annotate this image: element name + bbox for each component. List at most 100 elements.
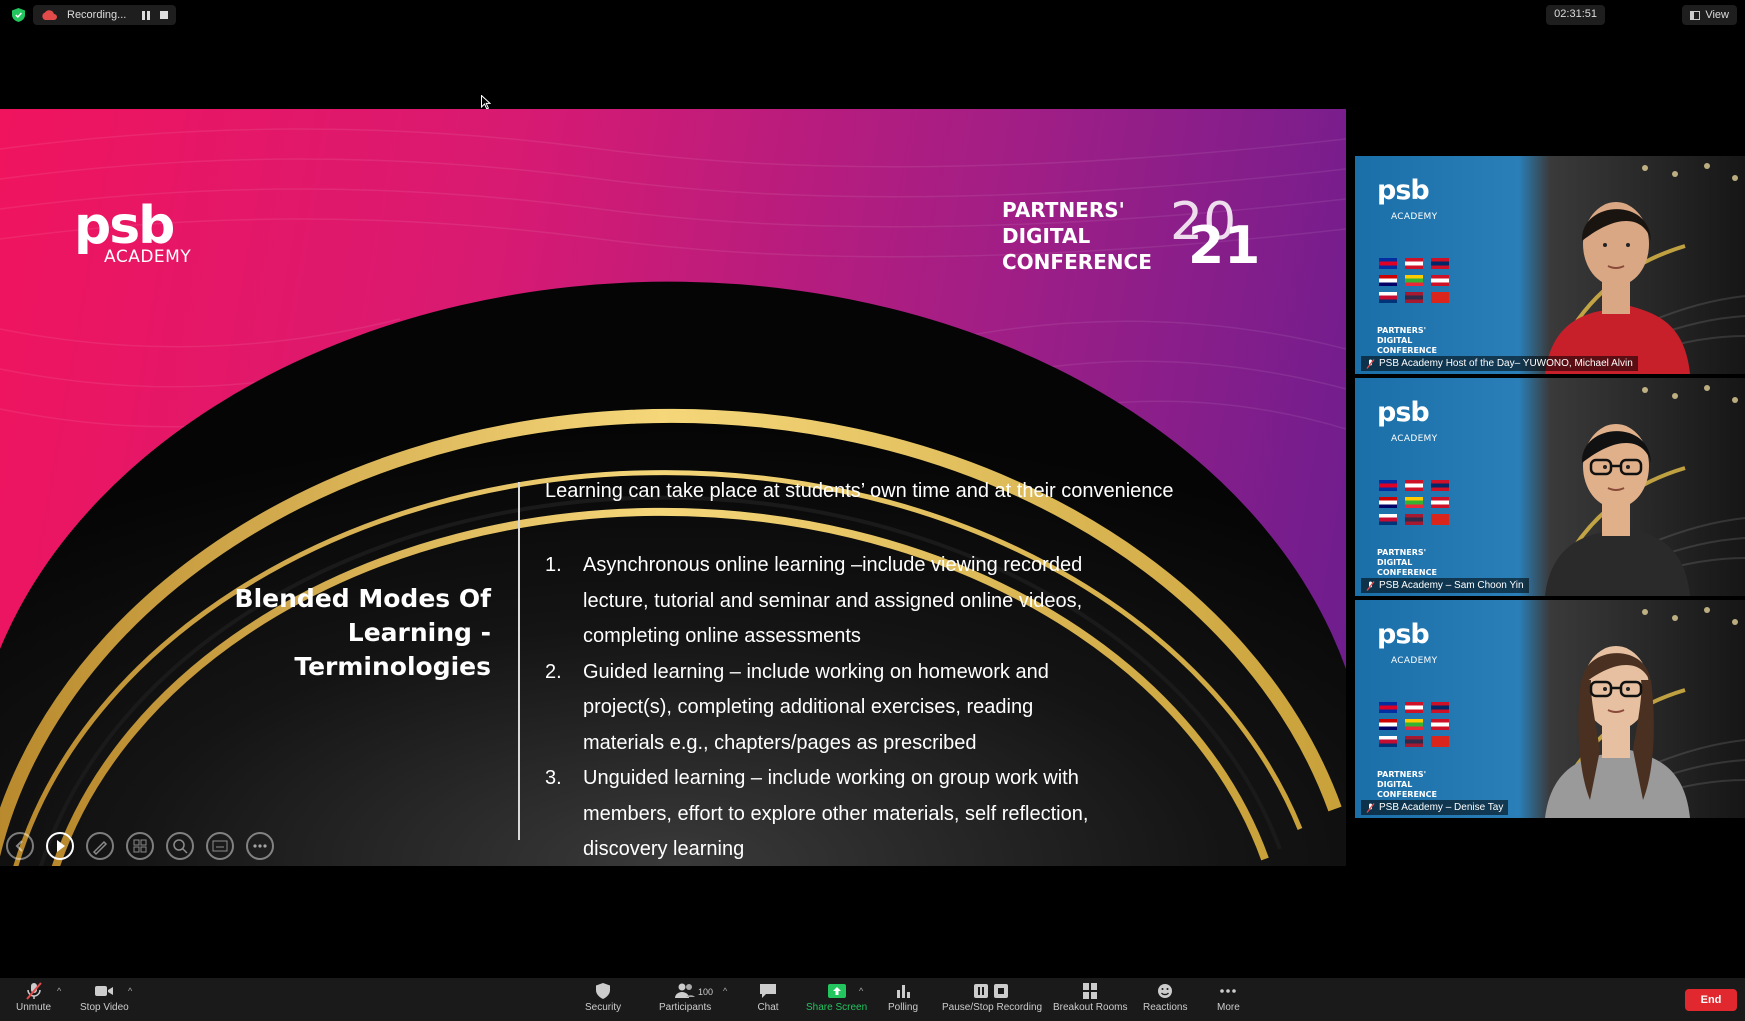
slide-intro-text: Learning can take place at students’ own… xyxy=(545,480,1174,502)
security-shield-icon xyxy=(596,983,611,999)
share-screen-button[interactable]: Share Screen xyxy=(806,982,867,1018)
recording-indicator: Recording... xyxy=(12,5,177,25)
microphone-muted-icon xyxy=(1366,358,1375,369)
participant-video-tile[interactable]: psb ACADEMY PARTNERS' DIGITAL CONFERENCE… xyxy=(1355,378,1745,596)
participant-name-label: PSB Academy Host of the Day– YUWONO, Mic… xyxy=(1361,356,1638,371)
mouse-cursor-icon xyxy=(481,95,491,110)
tile-conference-logo: PARTNERS' DIGITAL CONFERENCE xyxy=(1377,770,1437,799)
chat-button[interactable]: Chat xyxy=(757,982,779,1018)
country-flag-icon xyxy=(1379,514,1397,525)
participants-options-caret-icon[interactable]: ^ xyxy=(723,986,727,996)
country-flag-icon xyxy=(1431,258,1449,269)
country-flag-icon xyxy=(1431,497,1449,508)
share-screen-icon xyxy=(827,984,846,998)
microphone-muted-icon xyxy=(1366,580,1375,591)
arrow-left-icon xyxy=(15,840,23,852)
tile-flags xyxy=(1379,702,1459,747)
shield-icon[interactable] xyxy=(12,8,25,22)
grid-icon xyxy=(133,839,147,853)
country-flag-icon xyxy=(1379,736,1397,747)
video-camera-icon xyxy=(95,986,114,996)
more-slide-options-button[interactable] xyxy=(246,832,274,860)
play-icon xyxy=(57,840,65,852)
ellipsis-icon xyxy=(253,844,267,848)
view-layout-icon xyxy=(1690,10,1701,20)
conference-name: PARTNERS' DIGITAL CONFERENCE xyxy=(1002,198,1152,274)
country-flag-icon xyxy=(1405,480,1423,491)
conference-year: 20 21 xyxy=(1170,192,1261,276)
country-flag-icon xyxy=(1379,480,1397,491)
country-flag-icon xyxy=(1379,497,1397,508)
see-all-slides-button[interactable] xyxy=(126,832,154,860)
audio-options-caret-icon[interactable]: ^ xyxy=(57,986,61,996)
chat-bubble-icon xyxy=(760,984,776,998)
top-bar: Recording... 02:31:51 View xyxy=(0,0,1745,30)
end-meeting-button[interactable]: End xyxy=(1685,989,1737,1011)
previous-slide-button[interactable] xyxy=(6,832,34,860)
share-options-caret-icon[interactable]: ^ xyxy=(859,986,863,996)
view-label: View xyxy=(1705,9,1729,21)
microphone-muted-icon xyxy=(1366,802,1375,813)
slideshow-controls xyxy=(6,831,274,861)
list-item: 2. Guided learning – include working on … xyxy=(545,660,1049,754)
participant-video-tile[interactable]: psb ACADEMY PARTNERS' DIGITAL CONFERENCE… xyxy=(1355,156,1745,374)
country-flag-icon xyxy=(1379,258,1397,269)
breakout-rooms-icon xyxy=(1083,983,1098,999)
country-flag-icon xyxy=(1405,702,1423,713)
participants-count: 100 xyxy=(698,987,714,997)
tile-psb-logo: psb ACADEMY xyxy=(1377,619,1438,666)
reactions-button[interactable]: Reactions xyxy=(1143,982,1187,1018)
magnifier-icon xyxy=(173,839,188,854)
more-ellipsis-icon xyxy=(1220,989,1237,993)
slide-title: Blended Modes Of Learning - Terminologie… xyxy=(234,584,491,681)
video-tiles-panel: psb ACADEMY PARTNERS' DIGITAL CONFERENCE… xyxy=(1355,156,1745,822)
country-flag-icon xyxy=(1379,275,1397,286)
subtitles-icon xyxy=(212,840,228,852)
meeting-toolbar: Unmute ^ Stop Video ^ Security Participa… xyxy=(0,978,1745,1021)
country-flag-icon xyxy=(1431,514,1449,525)
tile-psb-logo: psb ACADEMY xyxy=(1377,175,1438,222)
unmute-button[interactable]: Unmute xyxy=(16,982,51,1018)
country-flag-icon xyxy=(1431,292,1449,303)
country-flag-icon xyxy=(1431,736,1449,747)
country-flag-icon xyxy=(1405,719,1423,730)
video-options-caret-icon[interactable]: ^ xyxy=(128,986,132,996)
tile-conference-logo: PARTNERS' DIGITAL CONFERENCE xyxy=(1377,548,1437,577)
pause-stop-recording-button[interactable]: Pause/Stop Recording xyxy=(942,982,1042,1018)
bar-chart-icon xyxy=(897,985,911,998)
security-button[interactable]: Security xyxy=(585,982,621,1018)
next-slide-button[interactable] xyxy=(46,832,74,860)
breakout-rooms-button[interactable]: Breakout Rooms xyxy=(1053,982,1127,1018)
pause-stop-icon xyxy=(974,984,1009,998)
list-item: 3. Unguided learning – include working o… xyxy=(545,767,1089,860)
polling-button[interactable]: Polling xyxy=(888,982,918,1018)
cloud-recording-icon xyxy=(42,9,57,20)
subtitles-button[interactable] xyxy=(206,832,234,860)
zoom-meeting-window: Recording... 02:31:51 View psb ACADEMY P… xyxy=(0,0,1745,1021)
tile-psb-logo: psb ACADEMY xyxy=(1377,397,1438,444)
recording-pill: Recording... xyxy=(33,5,177,25)
stop-video-button[interactable]: Stop Video xyxy=(80,982,129,1018)
meeting-clock: 02:31:51 xyxy=(1546,5,1605,25)
country-flag-icon xyxy=(1405,497,1423,508)
tile-flags xyxy=(1379,480,1459,525)
country-flag-icon xyxy=(1431,719,1449,730)
stop-recording-icon[interactable] xyxy=(160,11,169,19)
pen-icon xyxy=(92,840,108,856)
slide-list: 1. Asynchronous online learning –include… xyxy=(545,548,1105,866)
pen-tool-button[interactable] xyxy=(86,832,114,860)
country-flag-icon xyxy=(1405,275,1423,286)
tile-flags xyxy=(1379,258,1459,303)
country-flag-icon xyxy=(1379,719,1397,730)
more-button[interactable]: More xyxy=(1217,982,1240,1018)
view-button[interactable]: View xyxy=(1682,5,1737,25)
psb-academy-logo: psb ACADEMY xyxy=(74,196,192,267)
shared-screen-slide[interactable]: psb ACADEMY PARTNERS' DIGITAL CONFERENCE… xyxy=(0,109,1346,866)
participant-video-tile[interactable]: psb ACADEMY PARTNERS' DIGITAL CONFERENCE… xyxy=(1355,600,1745,818)
zoom-slide-button[interactable] xyxy=(166,832,194,860)
country-flag-icon xyxy=(1405,292,1423,303)
country-flag-icon xyxy=(1379,292,1397,303)
pause-recording-icon[interactable] xyxy=(142,10,151,20)
conference-logo: PARTNERS' DIGITAL CONFERENCE 20 21 xyxy=(1002,192,1282,297)
country-flag-icon xyxy=(1431,702,1449,713)
